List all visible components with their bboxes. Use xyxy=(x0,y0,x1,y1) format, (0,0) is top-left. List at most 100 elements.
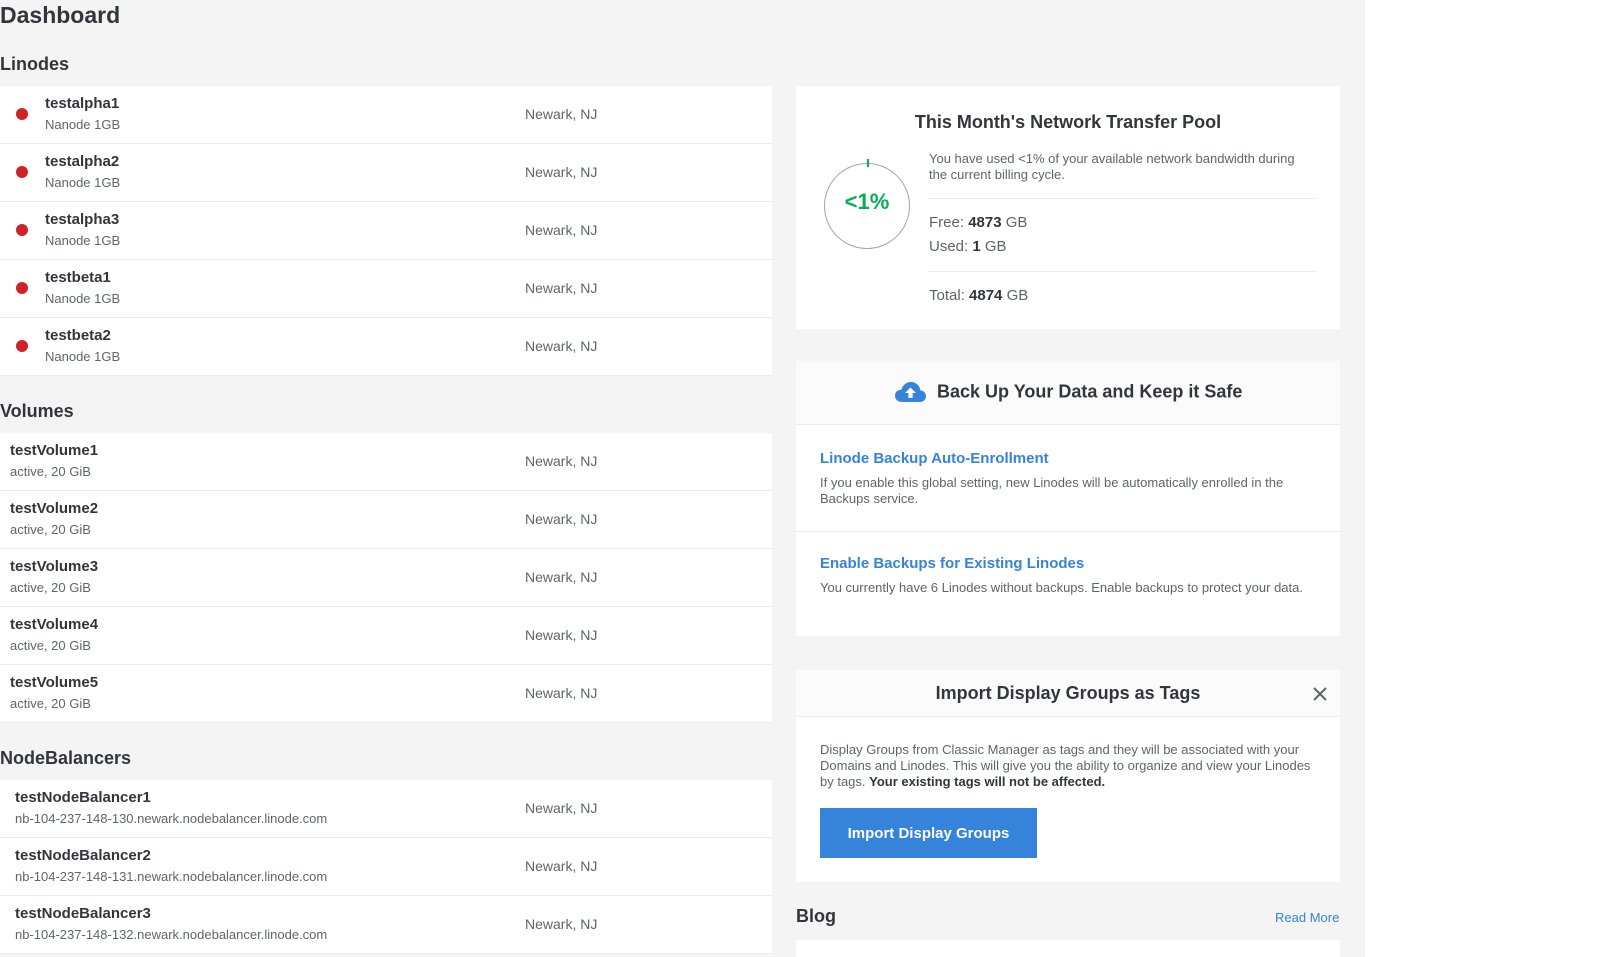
volumes-list: testVolume1 active, 20 GiB Newark, NJ te… xyxy=(0,433,772,723)
linode-name[interactable]: testbeta2 xyxy=(45,327,111,344)
linode-region: Newark, NJ xyxy=(525,280,598,296)
network-transfer-card: This Month's Network Transfer Pool <1% Y… xyxy=(796,86,1340,329)
volume-region: Newark, NJ xyxy=(525,511,598,527)
volume-name[interactable]: testVolume1 xyxy=(10,442,98,459)
transfer-used: Used: 1 GB xyxy=(929,238,1007,255)
import-display-groups-button[interactable]: Import Display Groups xyxy=(820,808,1037,858)
transfer-description: You have used <1% of your available netw… xyxy=(929,151,1295,182)
blog-title: Blog xyxy=(796,906,836,926)
blog-read-more-link[interactable]: Read More xyxy=(1275,910,1339,925)
volume-status: active, 20 GiB xyxy=(10,696,91,711)
volume-row[interactable]: testVolume1 active, 20 GiB Newark, NJ xyxy=(0,433,772,491)
volumes-section-title: Volumes xyxy=(0,401,74,421)
nodebalancer-row[interactable]: testNodeBalancer1 nb-104-237-148-130.new… xyxy=(0,780,772,838)
linode-row[interactable]: testalpha3 Nanode 1GB Newark, NJ xyxy=(0,202,772,260)
status-offline-icon xyxy=(16,108,28,120)
import-groups-description-bold: Your existing tags will not be affected. xyxy=(869,774,1106,789)
backups-title-row: Back Up Your Data and Keep it Safe xyxy=(796,381,1340,403)
volume-row[interactable]: testVolume4 active, 20 GiB Newark, NJ xyxy=(0,607,772,665)
transfer-total-value: 4874 xyxy=(969,287,1003,304)
divider xyxy=(929,271,1317,272)
transfer-free: Free: 4873 GB xyxy=(929,214,1027,231)
linode-plan: Nanode 1GB xyxy=(45,117,121,132)
volume-status: active, 20 GiB xyxy=(10,464,91,479)
linode-region: Newark, NJ xyxy=(525,338,598,354)
status-offline-icon xyxy=(16,166,28,178)
nodebalancer-region: Newark, NJ xyxy=(525,858,598,874)
transfer-total-label: Total: xyxy=(929,287,965,304)
linode-name[interactable]: testalpha1 xyxy=(45,95,119,112)
transfer-unit: GB xyxy=(1006,287,1029,304)
backup-auto-enrollment-link[interactable]: Linode Backup Auto-Enrollment xyxy=(820,450,1049,467)
nodebalancers-list: testNodeBalancer1 nb-104-237-148-130.new… xyxy=(0,780,772,954)
volume-status: active, 20 GiB xyxy=(10,580,91,595)
divider xyxy=(929,198,1317,199)
cloud-upload-icon xyxy=(894,382,926,402)
nodebalancer-hostname: nb-104-237-148-132.newark.nodebalancer.l… xyxy=(15,927,328,942)
transfer-unit: GB xyxy=(984,238,1007,255)
volume-region: Newark, NJ xyxy=(525,685,598,701)
volume-name[interactable]: testVolume5 xyxy=(10,674,98,691)
linode-row[interactable]: testalpha2 Nanode 1GB Newark, NJ xyxy=(0,144,772,202)
linode-name[interactable]: testbeta1 xyxy=(45,269,111,286)
linode-plan: Nanode 1GB xyxy=(45,175,121,190)
import-groups-header: Import Display Groups as Tags xyxy=(796,670,1340,717)
linode-name[interactable]: testalpha2 xyxy=(45,153,119,170)
nodebalancer-row[interactable]: testNodeBalancer3 nb-104-237-148-132.new… xyxy=(0,896,772,954)
backups-card-header: Back Up Your Data and Keep it Safe xyxy=(796,361,1340,425)
transfer-usage-indicator xyxy=(867,159,869,167)
linode-plan: Nanode 1GB xyxy=(45,349,121,364)
nodebalancer-name[interactable]: testNodeBalancer2 xyxy=(15,847,151,864)
transfer-used-value: 1 xyxy=(972,238,981,255)
volume-row[interactable]: testVolume5 active, 20 GiB Newark, NJ xyxy=(0,665,772,723)
volume-name[interactable]: testVolume2 xyxy=(10,500,98,517)
import-groups-title: Import Display Groups as Tags xyxy=(935,683,1201,703)
transfer-title: This Month's Network Transfer Pool xyxy=(914,112,1222,132)
linode-row[interactable]: testalpha1 Nanode 1GB Newark, NJ xyxy=(0,86,772,144)
volume-status: active, 20 GiB xyxy=(10,638,91,653)
transfer-free-value: 4873 xyxy=(968,214,1002,231)
linode-plan: Nanode 1GB xyxy=(45,233,121,248)
linode-region: Newark, NJ xyxy=(525,106,598,122)
volume-region: Newark, NJ xyxy=(525,569,598,585)
volume-region: Newark, NJ xyxy=(525,453,598,469)
volume-name[interactable]: testVolume4 xyxy=(10,616,98,633)
linode-region: Newark, NJ xyxy=(525,222,598,238)
backup-auto-enrollment-description: If you enable this global setting, new L… xyxy=(820,475,1284,506)
linodes-list: testalpha1 Nanode 1GB Newark, NJ testalp… xyxy=(0,86,772,376)
nodebalancer-name[interactable]: testNodeBalancer3 xyxy=(15,905,151,922)
backups-card: Back Up Your Data and Keep it Safe Linod… xyxy=(796,361,1340,636)
transfer-total: Total: 4874 GB xyxy=(929,287,1028,304)
enable-backups-link[interactable]: Enable Backups for Existing Linodes xyxy=(820,555,1084,572)
enable-backups-description: You currently have 6 Linodes without bac… xyxy=(820,580,1303,595)
volume-region: Newark, NJ xyxy=(525,627,598,643)
status-offline-icon xyxy=(16,282,28,294)
page-title: Dashboard xyxy=(0,2,121,28)
transfer-used-label: Used: xyxy=(929,238,969,255)
import-groups-card: Import Display Groups as Tags Display Gr… xyxy=(796,670,1340,882)
nodebalancer-region: Newark, NJ xyxy=(525,916,598,932)
volume-name[interactable]: testVolume3 xyxy=(10,558,98,575)
blog-card xyxy=(796,940,1340,957)
close-icon[interactable] xyxy=(1312,686,1328,702)
volume-row[interactable]: testVolume3 active, 20 GiB Newark, NJ xyxy=(0,549,772,607)
transfer-free-label: Free: xyxy=(929,214,965,231)
nodebalancer-region: Newark, NJ xyxy=(525,800,598,816)
volume-row[interactable]: testVolume2 active, 20 GiB Newark, NJ xyxy=(0,491,772,549)
nodebalancer-row[interactable]: testNodeBalancer2 nb-104-237-148-131.new… xyxy=(0,838,772,896)
divider xyxy=(796,531,1340,532)
volume-status: active, 20 GiB xyxy=(10,522,91,537)
transfer-percent: <1% xyxy=(844,189,890,214)
linode-row[interactable]: testbeta2 Nanode 1GB Newark, NJ xyxy=(0,318,772,376)
status-offline-icon xyxy=(16,340,28,352)
transfer-unit: GB xyxy=(1005,214,1028,231)
linode-region: Newark, NJ xyxy=(525,164,598,180)
import-groups-description: Display Groups from Classic Manager as t… xyxy=(820,742,1315,790)
nodebalancer-hostname: nb-104-237-148-131.newark.nodebalancer.l… xyxy=(15,869,328,884)
linode-name[interactable]: testalpha3 xyxy=(45,211,119,228)
nodebalancer-name[interactable]: testNodeBalancer1 xyxy=(15,789,151,806)
linode-row[interactable]: testbeta1 Nanode 1GB Newark, NJ xyxy=(0,260,772,318)
nodebalancer-hostname: nb-104-237-148-130.newark.nodebalancer.l… xyxy=(15,811,328,826)
linodes-section-title: Linodes xyxy=(0,54,70,74)
nodebalancers-section-title: NodeBalancers xyxy=(0,748,132,768)
